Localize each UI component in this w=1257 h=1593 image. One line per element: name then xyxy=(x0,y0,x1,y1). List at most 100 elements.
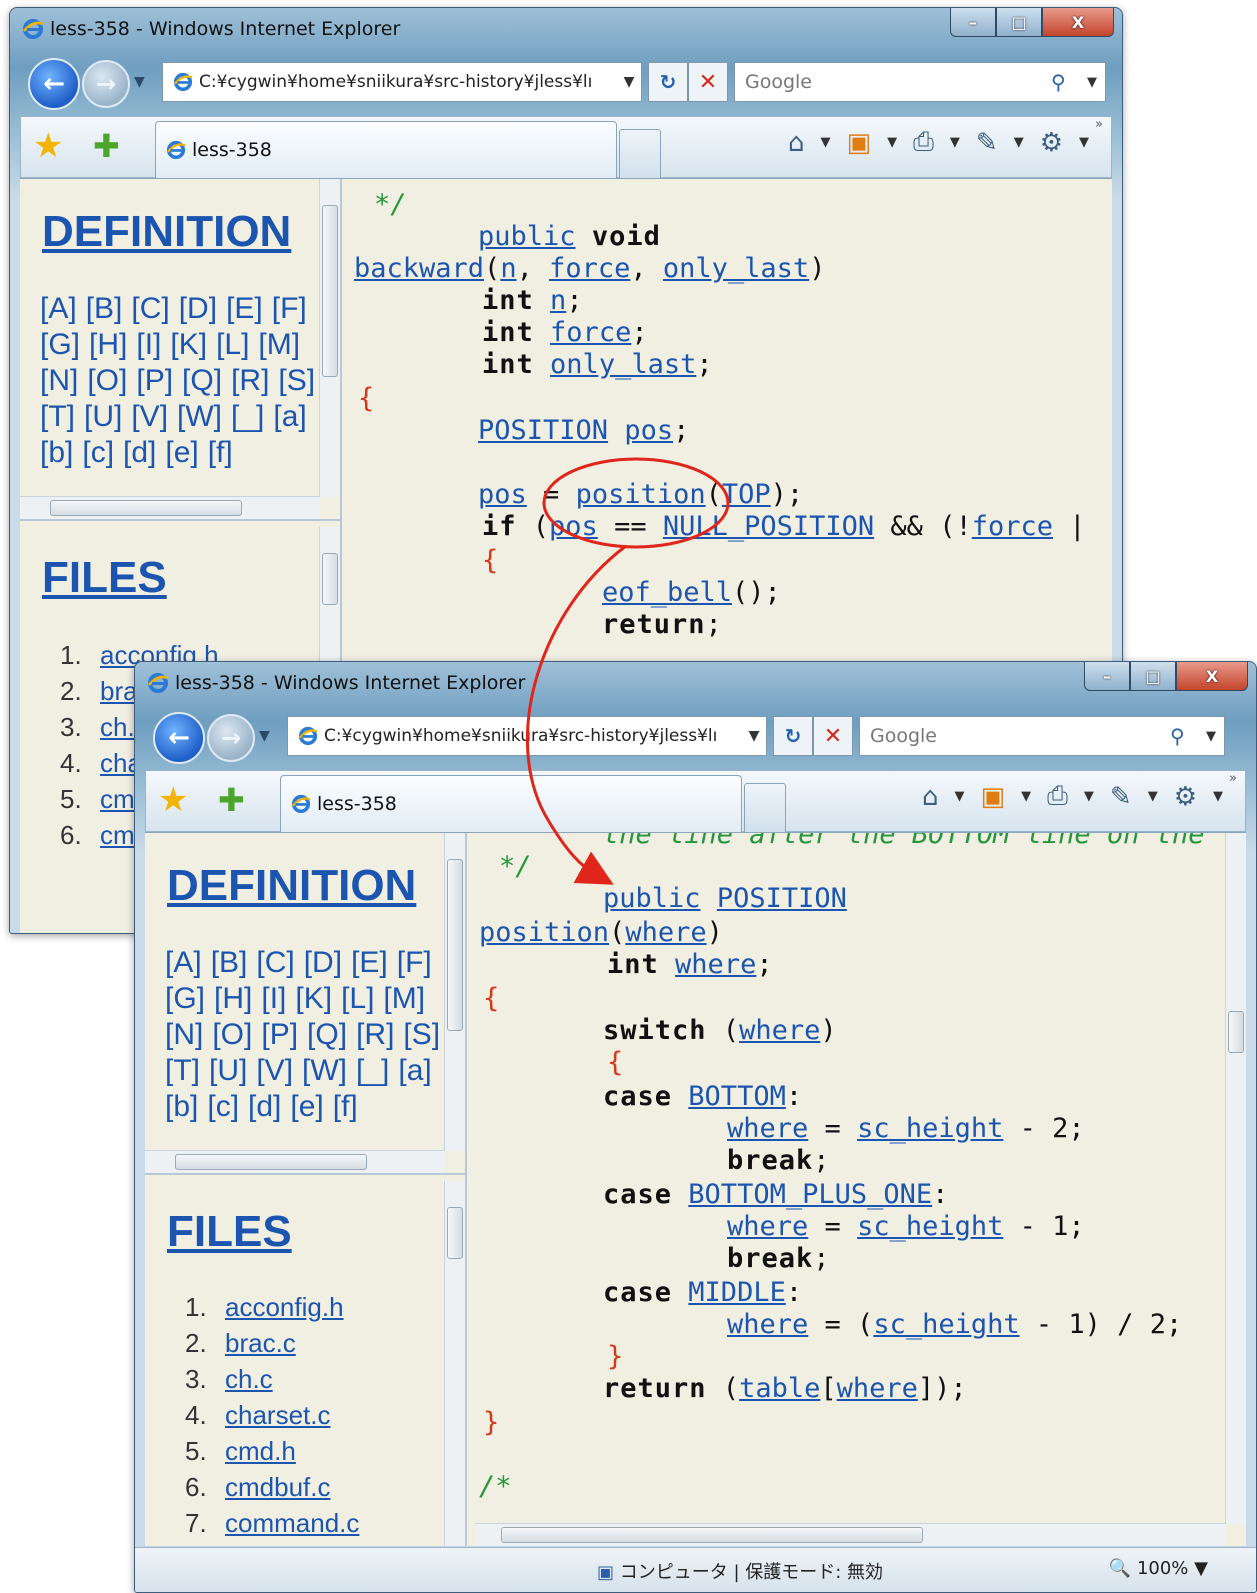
letter-link[interactable]: [S] xyxy=(278,363,315,399)
letter-link[interactable]: [M] xyxy=(258,327,300,363)
print-dropdown-icon[interactable]: ▼ xyxy=(950,135,960,150)
minimize-button[interactable]: – xyxy=(950,8,996,37)
code-hscrollbar[interactable] xyxy=(475,1523,1226,1546)
identifier-link[interactable]: only_last xyxy=(663,253,809,284)
search-dropdown-icon[interactable]: ▼ xyxy=(1198,729,1224,744)
address-dropdown-icon[interactable]: ▼ xyxy=(742,728,766,744)
maximize-button[interactable]: □ xyxy=(996,8,1042,37)
letter-link[interactable]: [W] xyxy=(177,399,222,435)
letter-link[interactable]: [H] xyxy=(214,981,252,1017)
close-button[interactable]: X xyxy=(1042,8,1114,37)
letter-link[interactable]: [H] xyxy=(89,327,127,363)
identifier-link[interactable]: only_last xyxy=(550,349,696,380)
identifier-link[interactable]: sc_height xyxy=(857,1211,1003,1242)
file-item[interactable]: 1. acconfig.h xyxy=(185,1289,359,1325)
page-icon[interactable]: ✎ xyxy=(976,128,998,158)
keyword-link[interactable]: public xyxy=(603,883,701,914)
letter-link[interactable]: [R] xyxy=(231,363,269,399)
identifier-link[interactable]: MIDDLE xyxy=(688,1277,786,1308)
letter-link[interactable]: [S] xyxy=(403,1017,440,1053)
letter-link[interactable]: [V] xyxy=(256,1053,293,1089)
search-box[interactable]: Google ⚲ ▼ xyxy=(859,716,1225,756)
identifier-link[interactable]: BOTTOM xyxy=(688,1081,786,1112)
file-item[interactable]: 5.cmd.h xyxy=(185,1433,359,1469)
letter-link[interactable]: [N] xyxy=(40,363,78,399)
definition-hscrollbar[interactable] xyxy=(20,496,320,519)
letter-link[interactable]: [F] xyxy=(397,945,432,981)
letter-link[interactable]: [B] xyxy=(86,291,123,327)
letter-link[interactable]: [U] xyxy=(84,399,122,435)
identifier-link[interactable]: NULL_POSITION xyxy=(663,511,874,542)
letter-link[interactable]: [F] xyxy=(272,291,307,327)
identifier-link[interactable]: where xyxy=(727,1113,808,1144)
address-bar[interactable]: C:¥cygwin¥home¥sniikura¥src-history¥jles… xyxy=(162,62,642,102)
letter-link[interactable]: [L] xyxy=(216,327,249,363)
file-item[interactable]: 4.charset.c xyxy=(185,1397,359,1433)
identifier-link[interactable]: pos xyxy=(624,415,673,446)
letter-link[interactable]: [K] xyxy=(170,327,207,363)
letter-link[interactable]: [K] xyxy=(295,981,332,1017)
title-bar[interactable]: less-358 - Windows Internet Explorer – □… xyxy=(10,8,1122,48)
function-link[interactable]: eof_bell xyxy=(602,577,732,608)
feeds-icon[interactable]: ▣ xyxy=(847,128,872,158)
letter-link[interactable]: [L] xyxy=(341,981,374,1017)
address-bar[interactable]: C:¥cygwin¥home¥sniikura¥src-history¥jles… xyxy=(287,716,767,756)
forward-button[interactable]: → xyxy=(207,714,255,762)
home-dropdown-icon[interactable]: ▼ xyxy=(955,789,965,804)
favorites-star-icon[interactable]: ★ xyxy=(158,783,188,817)
more-chevron-icon[interactable]: » xyxy=(1229,771,1237,786)
file-item[interactable]: 7. command.c xyxy=(185,1505,359,1541)
home-icon[interactable]: ⌂ xyxy=(922,782,939,812)
identifier-link[interactable]: force xyxy=(550,317,631,348)
back-button[interactable]: ← xyxy=(28,58,80,110)
print-dropdown-icon[interactable]: ▼ xyxy=(1084,789,1094,804)
tools-dropdown-icon[interactable]: ▼ xyxy=(1213,789,1223,804)
letter-link[interactable]: [a] xyxy=(273,399,306,435)
letter-link[interactable]: [C] xyxy=(256,945,294,981)
search-dropdown-icon[interactable]: ▼ xyxy=(1079,75,1105,90)
identifier-link[interactable]: sc_height xyxy=(857,1113,1003,1144)
file-item[interactable]: 3. ch.c xyxy=(185,1361,359,1397)
security-zone[interactable]: ▣ コンピュータ | 保護モード: 無効 xyxy=(597,1558,883,1584)
home-icon[interactable]: ⌂ xyxy=(788,128,805,158)
page-dropdown-icon[interactable]: ▼ xyxy=(1014,135,1024,150)
home-dropdown-icon[interactable]: ▼ xyxy=(821,135,831,150)
letter-link[interactable]: [C] xyxy=(131,291,169,327)
letter-link[interactable]: [a] xyxy=(398,1053,431,1089)
forward-button[interactable]: → xyxy=(82,60,130,108)
letter-link[interactable]: [T] xyxy=(40,399,75,435)
identifier-link[interactable]: pos xyxy=(549,511,598,542)
identifier-link[interactable]: where xyxy=(837,1373,918,1404)
letter-link[interactable]: [I] xyxy=(261,981,286,1017)
tab-less-358[interactable]: less-358 xyxy=(280,775,742,832)
letter-link[interactable]: [P] xyxy=(261,1017,298,1053)
page-icon[interactable]: ✎ xyxy=(1110,782,1132,812)
history-dropdown-icon[interactable]: ▼ xyxy=(259,728,270,744)
letter-link[interactable]: [T] xyxy=(165,1053,200,1089)
favorites-star-icon[interactable]: ★ xyxy=(33,129,63,163)
history-dropdown-icon[interactable]: ▼ xyxy=(134,74,145,90)
type-link[interactable]: POSITION xyxy=(717,883,847,914)
title-bar[interactable]: less-358 - Windows Internet Explorer – □… xyxy=(135,662,1256,702)
file-item[interactable]: 2.brac.c xyxy=(185,1325,359,1361)
address-input[interactable]: C:¥cygwin¥home¥sniikura¥src-history¥jles… xyxy=(324,726,742,746)
letter-link[interactable]: [d] xyxy=(248,1089,281,1125)
search-icon[interactable]: ⚲ xyxy=(1170,724,1198,748)
tools-gear-icon[interactable]: ⚙ xyxy=(1174,782,1197,812)
letter-link[interactable]: [E] xyxy=(226,291,263,327)
tab-less-358[interactable]: less-358 xyxy=(155,121,617,178)
identifier-link[interactable]: where xyxy=(727,1309,808,1340)
letter-link[interactable]: [V] xyxy=(131,399,168,435)
letter-link[interactable]: [G] xyxy=(40,327,80,363)
identifier-link[interactable]: where xyxy=(727,1211,808,1242)
stop-button[interactable]: ✕ xyxy=(688,62,728,102)
letter-link[interactable]: [d] xyxy=(123,435,156,471)
letter-link[interactable]: [N] xyxy=(165,1017,203,1053)
letter-link[interactable]: [b] xyxy=(165,1089,198,1125)
print-icon[interactable]: ⎙ xyxy=(1047,781,1068,812)
feeds-icon[interactable]: ▣ xyxy=(981,782,1006,812)
letter-link[interactable]: [e] xyxy=(290,1089,323,1125)
identifier-link[interactable]: where xyxy=(739,1015,820,1046)
letter-link[interactable]: [_] xyxy=(231,399,264,435)
minimize-button[interactable]: – xyxy=(1084,662,1130,691)
